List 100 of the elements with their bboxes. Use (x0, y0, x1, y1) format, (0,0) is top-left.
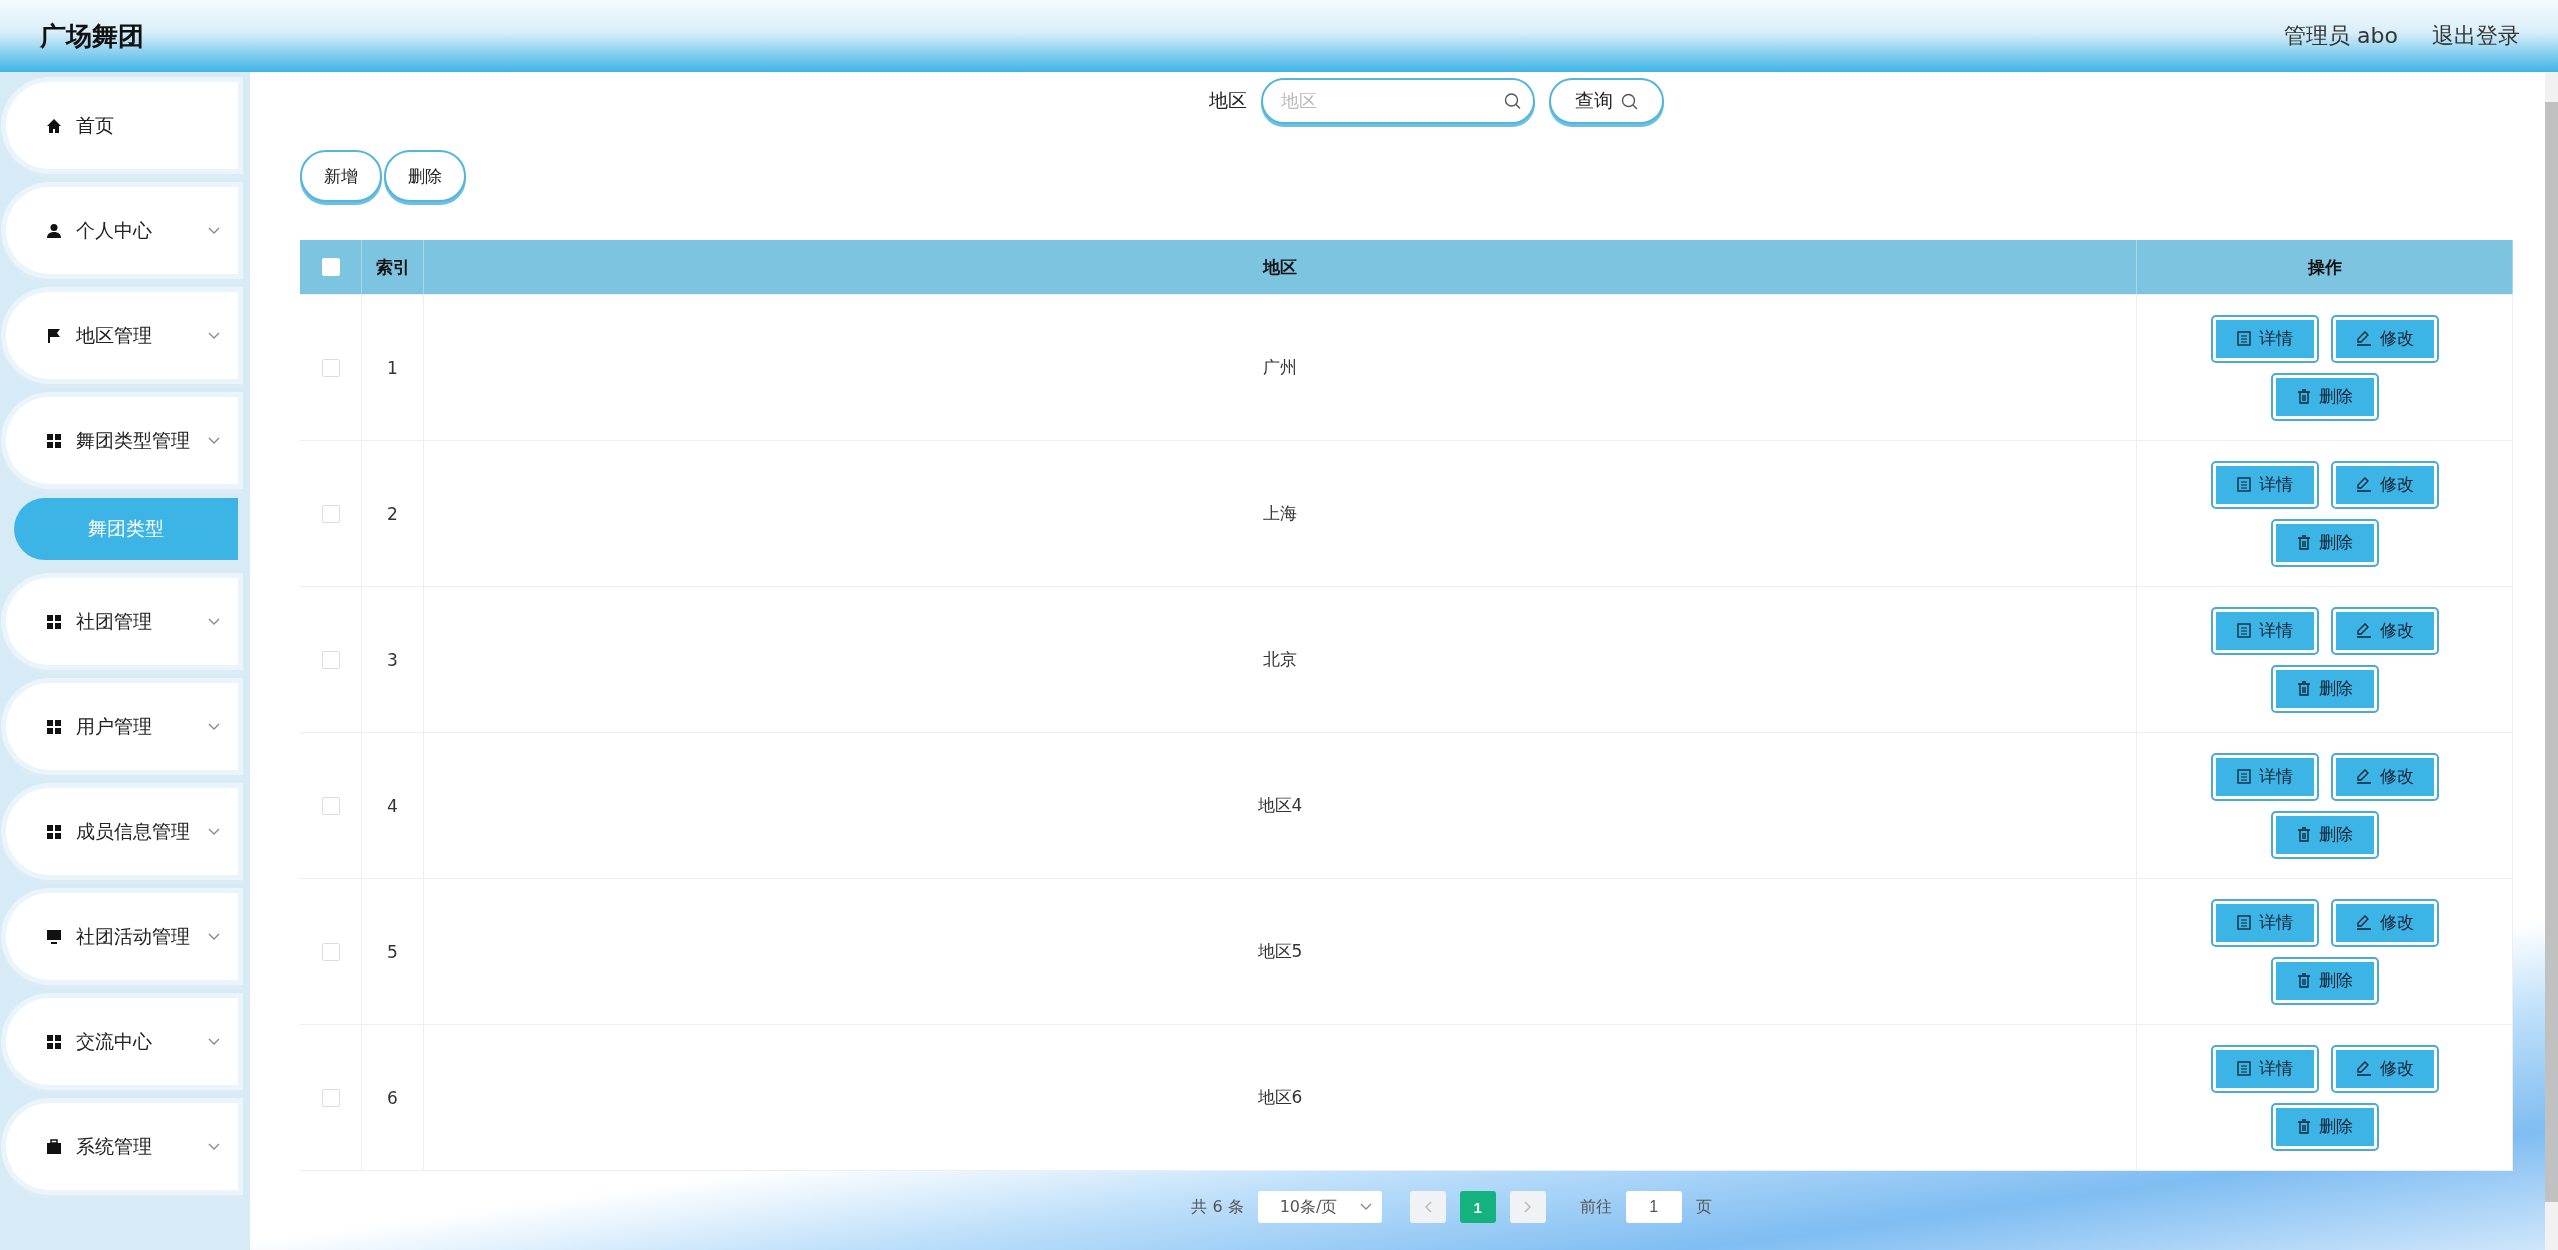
monitor-icon (46, 928, 62, 945)
edit-button[interactable]: 修改 (2332, 900, 2437, 945)
table-cell: 6 (362, 1025, 424, 1170)
detail-button[interactable]: 详情 (2212, 1046, 2317, 1091)
pencil-icon (2355, 477, 2372, 492)
query-button[interactable]: 查询 (1549, 78, 1664, 124)
user-icon (46, 222, 62, 239)
delete-button[interactable]: 删除 (2272, 374, 2377, 419)
chevron-down-icon (208, 722, 220, 731)
detail-button[interactable]: 详情 (2212, 608, 2317, 653)
chevron-down-icon (208, 436, 220, 445)
app-title: 广场舞团 (40, 19, 144, 53)
document-icon (2236, 623, 2251, 638)
pencil-icon (2355, 331, 2372, 346)
row-checkbox[interactable] (321, 504, 340, 523)
row-checkbox[interactable] (321, 796, 340, 815)
chevron-down-icon (208, 226, 220, 235)
sidebar-item-label: 个人中心 (76, 217, 153, 243)
edit-button[interactable]: 修改 (2332, 1046, 2437, 1091)
next-page-button[interactable] (1509, 1191, 1546, 1223)
table-cell: 地区5 (424, 879, 2137, 1024)
goto-page-field[interactable]: 1 (1625, 1191, 1682, 1223)
detail-button[interactable]: 详情 (2212, 316, 2317, 361)
sidebar-item-label: 系统管理 (76, 1133, 153, 1159)
table-cell: 北京 (424, 587, 2137, 732)
row-checkbox[interactable] (321, 1088, 340, 1107)
document-icon (2236, 915, 2251, 930)
grid-icon (46, 718, 62, 735)
chevron-down-icon (208, 1142, 220, 1151)
search-field[interactable]: 地区 (1261, 78, 1535, 124)
search-label: 地区 (1209, 88, 1247, 113)
document-icon (2236, 331, 2251, 346)
document-icon (2236, 1061, 2251, 1076)
document-icon (2236, 769, 2251, 784)
table-cell: 广州 (424, 295, 2137, 440)
delete-button[interactable]: 删除 (2272, 958, 2377, 1003)
sidebar-item-label: 首页 (76, 112, 115, 138)
flag-icon (46, 327, 62, 344)
sidebar-item-label: 成员信息管理 (76, 818, 191, 844)
delete-button[interactable]: 删除 (384, 150, 466, 202)
chevron-down-icon (208, 331, 220, 340)
grid-icon (46, 432, 62, 449)
edit-button[interactable]: 修改 (2332, 462, 2437, 507)
edit-button[interactable]: 修改 (2332, 316, 2437, 361)
trash-icon (2296, 681, 2311, 696)
table-cell: 上海 (424, 441, 2137, 586)
table-cell: 2 (362, 441, 424, 586)
page-suffix: 页 (1695, 1196, 1712, 1218)
page-size-select[interactable]: 10条/页 (1257, 1191, 1382, 1223)
sidebar-item-label: 舞团类型管理 (76, 427, 191, 453)
document-icon (2236, 477, 2251, 492)
row-checkbox[interactable] (321, 650, 340, 669)
delete-button[interactable]: 删除 (2272, 520, 2377, 565)
goto-label: 前往 (1579, 1196, 1612, 1218)
delete-button[interactable]: 删除 (2272, 666, 2377, 711)
sidebar-item-label: 用户管理 (76, 713, 153, 739)
sidebar-item-label: 交流中心 (76, 1028, 153, 1054)
trash-icon (2296, 827, 2311, 842)
select-all-checkbox[interactable] (321, 258, 340, 276)
chevron-right-icon (1523, 1201, 1532, 1213)
table-cell: 地区6 (424, 1025, 2137, 1170)
table-cell: 4 (362, 733, 424, 878)
briefcase-icon (46, 1138, 62, 1155)
pencil-icon (2355, 623, 2372, 638)
edit-button[interactable]: 修改 (2332, 754, 2437, 799)
trash-icon (2296, 1119, 2311, 1134)
prev-page-button[interactable] (1409, 1191, 1446, 1223)
logout-link[interactable]: 退出登录 (2432, 21, 2520, 51)
row-checkbox[interactable] (321, 358, 340, 377)
pencil-icon (2355, 1061, 2372, 1076)
detail-button[interactable]: 详情 (2212, 754, 2317, 799)
column-header: 操作 (2137, 240, 2513, 294)
chevron-down-icon (208, 617, 220, 626)
pencil-icon (2355, 769, 2372, 784)
detail-button[interactable]: 详情 (2212, 900, 2317, 945)
search-icon (1621, 92, 1638, 110)
grid-icon (46, 613, 62, 630)
home-icon (46, 117, 62, 134)
search-icon (1504, 92, 1521, 110)
column-header: 地区 (424, 240, 2137, 294)
grid-icon (46, 1033, 62, 1050)
sidebar-item-label: 社团管理 (76, 608, 153, 634)
row-checkbox[interactable] (321, 942, 340, 961)
sidebar-item-label: 社团活动管理 (76, 923, 191, 949)
add-button[interactable]: 新增 (300, 150, 382, 202)
total-count: 共 6 条 (1191, 1196, 1244, 1218)
trash-icon (2296, 973, 2311, 988)
chevron-down-icon (208, 932, 220, 941)
table-cell: 1 (362, 295, 424, 440)
sidebar-item-label: 地区管理 (76, 322, 153, 348)
edit-button[interactable]: 修改 (2332, 608, 2437, 653)
grid-icon (46, 823, 62, 840)
trash-icon (2296, 389, 2311, 404)
delete-button[interactable]: 删除 (2272, 1104, 2377, 1149)
user-name: 管理员 abo (2284, 22, 2398, 50)
pencil-icon (2355, 915, 2372, 930)
detail-button[interactable]: 详情 (2212, 462, 2317, 507)
delete-button[interactable]: 删除 (2272, 812, 2377, 857)
chevron-down-icon (208, 827, 220, 836)
chevron-down-icon (1359, 1203, 1372, 1211)
